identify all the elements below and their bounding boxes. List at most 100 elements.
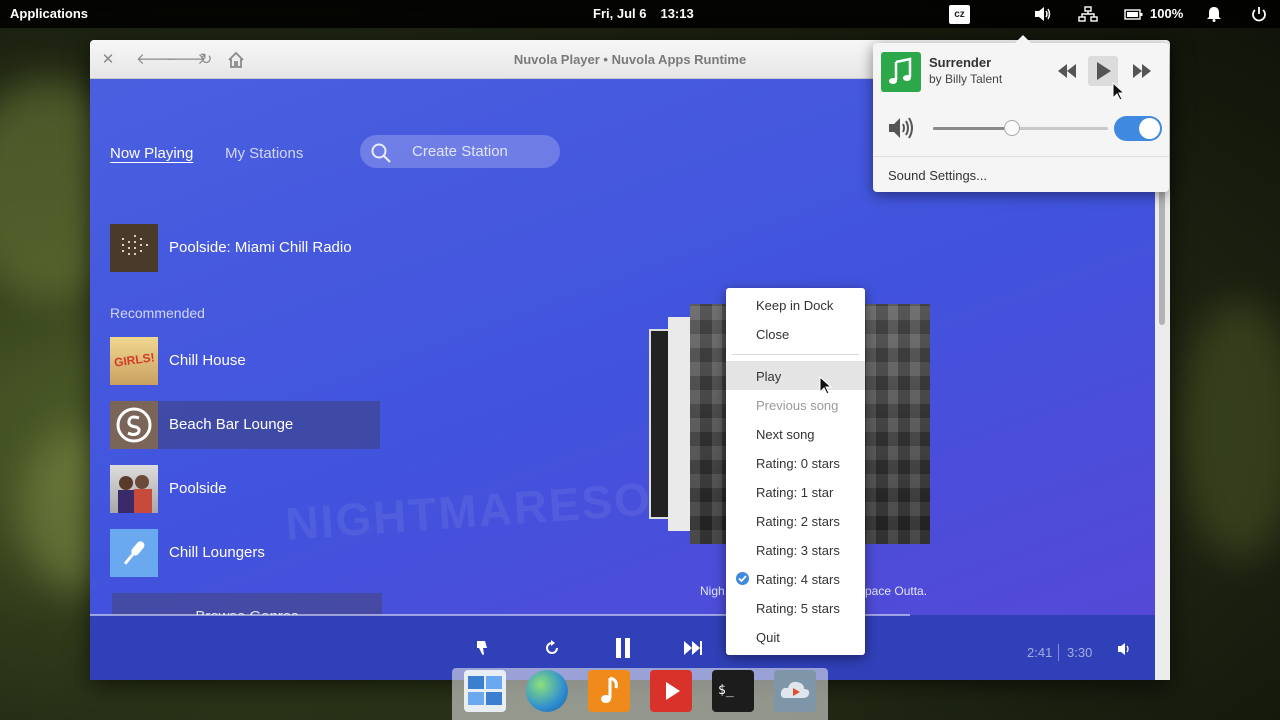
keyboard-layout-indicator[interactable]: cz [949,5,970,24]
station-beach-bar-lounge[interactable]: Beach Bar Lounge [110,401,380,449]
multitasking-view-icon[interactable] [464,670,506,712]
song-artist: by Billy Talent [929,72,1003,86]
menu-item-label: Close [756,327,790,342]
station-name: Poolside [169,480,227,497]
power-icon[interactable] [1249,6,1269,22]
now-playing-caption-left: Nigh [700,584,725,598]
toggle-knob [1139,118,1160,139]
play-icon [666,682,680,700]
menu-item-label: Next song [756,427,815,442]
previous-track-icon[interactable] [1053,56,1083,86]
menu-item-label: Quit [756,630,780,645]
network-icon[interactable] [1078,6,1098,22]
volume-control-icon[interactable] [1117,642,1131,656]
clock-time: 13:13 [660,6,694,21]
volume-slider[interactable] [933,120,1108,136]
current-station-item[interactable]: Poolside: Miami Chill Radio [110,224,380,272]
replay-icon[interactable] [543,639,561,657]
svg-text:$_: $_ [718,683,734,698]
clock-date: Fri, Jul 6 [593,6,647,21]
total-time: 3:30 [1067,645,1093,660]
search-icon [371,143,391,163]
music-app-icon[interactable] [881,52,921,92]
menu-item-rating-1[interactable]: Rating: 1 star [726,477,865,506]
volume-icon[interactable] [1033,6,1053,22]
skip-forward-icon[interactable] [683,640,703,656]
music-app-dock-icon[interactable] [588,670,630,712]
menu-item-next-song[interactable]: Next song [726,419,865,448]
menu-item-label: Rating: 4 stars [756,572,840,587]
tab-my-stations[interactable]: My Stations [225,145,303,162]
time-divider [1058,644,1059,661]
applications-menu[interactable]: Applications [10,6,88,21]
menu-item-label: Previous song [756,398,839,413]
station-chill-house[interactable]: GIRLS! Chill House [110,337,380,385]
station-name: Chill House [169,352,246,369]
create-station-search[interactable]: Create Station [360,135,560,168]
menu-item-label: Rating: 0 stars [756,456,840,471]
menu-item-label: Rating: 1 star [756,485,834,500]
recommended-heading: Recommended [110,305,205,321]
now-playing-caption-right: pace Outta. [865,584,928,598]
terminal-icon[interactable]: $_ [712,670,754,712]
dock: $_ [452,668,828,720]
menu-item-label: Rating: 5 stars [756,601,840,616]
menu-item-previous-song[interactable]: Previous song [726,390,865,419]
volume-slider-knob[interactable] [1003,120,1020,136]
station-thumbnail [110,401,158,449]
clock[interactable]: Fri, Jul 6 13:13 [593,6,694,21]
nuvola-app-icon[interactable] [774,670,816,712]
pause-icon[interactable] [613,637,633,659]
music-note-icon [601,676,618,703]
station-thumbnail: GIRLS! [110,337,158,385]
menu-item-quit[interactable]: Quit [726,622,865,651]
wallpaper-bokeh [1180,300,1280,560]
current-station-name: Poolside: Miami Chill Radio [169,239,352,256]
menu-separator [732,354,859,355]
mouse-cursor-icon [1112,82,1126,101]
menu-item-label: Play [756,369,782,384]
cloud-icon [780,681,810,698]
notifications-icon[interactable] [1204,6,1224,22]
menu-item-label: Rating: 2 stars [756,514,840,529]
sound-indicator-popover: Surrender by Billy Talent Sound Settings… [873,35,1169,192]
menu-item-label: Keep in Dock [756,298,834,313]
menu-item-rating-5[interactable]: Rating: 5 stars [726,593,865,622]
station-poolside[interactable]: Poolside [110,465,380,513]
microphone-icon [123,541,145,565]
thumbs-down-icon[interactable] [474,639,490,657]
song-title: Surrender [929,55,992,70]
mouse-cursor-icon [819,376,833,395]
elapsed-time: 2:41 [1027,645,1053,660]
popover-separator [873,156,1169,157]
station-thumbnail [110,529,158,577]
station-chill-loungers[interactable]: Chill Loungers [110,529,380,577]
menu-item-rating-2[interactable]: Rating: 2 stars [726,506,865,535]
menu-item-rating-0[interactable]: Rating: 0 stars [726,448,865,477]
sound-toggle-switch[interactable] [1114,116,1162,141]
video-player-icon[interactable] [650,670,692,712]
web-browser-icon[interactable] [526,670,568,712]
menu-item-label: Rating: 3 stars [756,543,840,558]
sound-settings-link[interactable]: Sound Settings... [888,168,987,183]
menu-item-play[interactable]: Play [726,361,865,390]
dock-context-menu: Keep in Dock Close Play Previous song Ne… [726,288,865,655]
next-track-icon[interactable] [1127,56,1157,86]
station-thumbnail [110,465,158,513]
menu-item-keep-in-dock[interactable]: Keep in Dock [726,290,865,319]
tab-now-playing[interactable]: Now Playing [110,145,193,162]
menu-item-rating-3[interactable]: Rating: 3 stars [726,535,865,564]
scrollbar-thumb[interactable] [1159,189,1165,325]
battery-icon[interactable] [1124,6,1144,22]
checkmark-icon [736,572,749,585]
top-panel: Applications Fri, Jul 6 13:13 cz 100% [0,0,1280,28]
station-name: Beach Bar Lounge [169,416,294,433]
thumbnail-text: GIRLS! [113,350,156,370]
menu-item-close[interactable]: Close [726,319,865,348]
station-name: Chill Loungers [169,544,265,561]
music-note-icon [889,57,912,84]
speaker-icon [889,117,913,139]
popover-arrow [1015,35,1031,43]
volume-level [933,127,1012,130]
menu-item-rating-4[interactable]: Rating: 4 stars [726,564,865,593]
